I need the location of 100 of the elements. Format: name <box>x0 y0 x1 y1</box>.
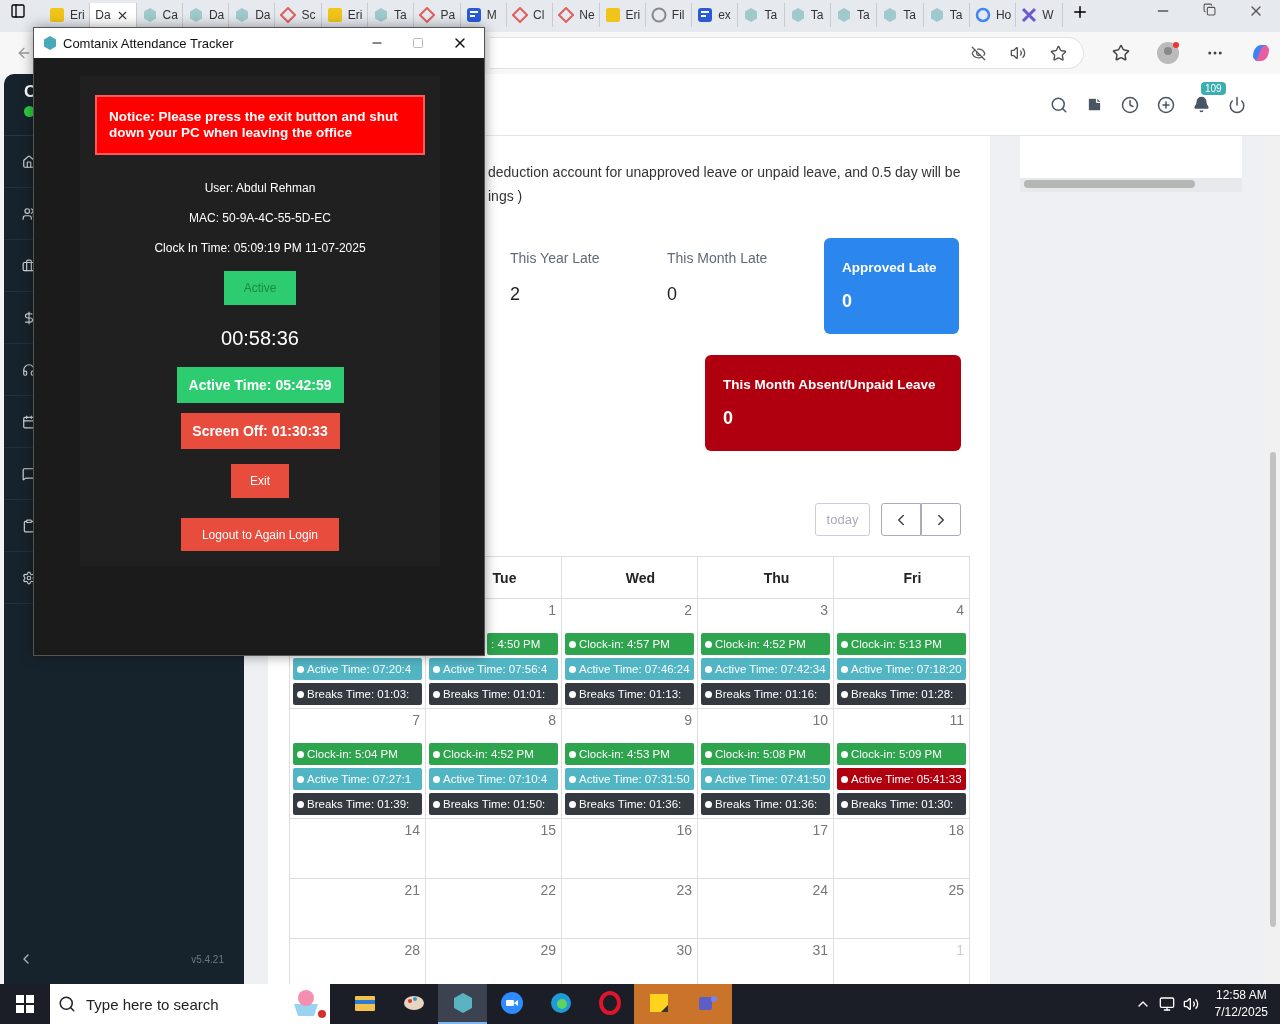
calendar-event[interactable]: Active Time: 05:41:33 <box>837 768 966 790</box>
day-number: 29 <box>540 942 557 960</box>
browser-tab[interactable]: Ho <box>969 3 1017 27</box>
browser-tab[interactable]: Da <box>90 3 137 27</box>
site-icon <box>511 7 528 23</box>
bell-icon[interactable] <box>1193 96 1210 113</box>
day-number: 30 <box>676 942 693 960</box>
browser-tab[interactable]: W <box>1016 3 1063 27</box>
stat-value: 0 <box>667 284 678 305</box>
browser-tab[interactable]: Ta <box>831 3 878 27</box>
day-header: Fri <box>834 557 970 599</box>
site-icon <box>419 7 436 23</box>
back-icon[interactable] <box>16 45 32 61</box>
favorite-icon[interactable] <box>1050 44 1067 62</box>
card-label: This Month Absent/Unpaid Leave <box>723 377 937 392</box>
video-icon[interactable] <box>499 991 524 1015</box>
headset-icon[interactable] <box>22 362 36 377</box>
note-icon[interactable] <box>1086 96 1103 113</box>
browser-tab[interactable]: Ta <box>738 3 785 27</box>
copilot-icon[interactable] <box>1250 42 1272 64</box>
browser-icon[interactable] <box>548 991 573 1015</box>
site-icon <box>465 7 482 23</box>
day-number: 8 <box>548 712 557 730</box>
calendar-event[interactable]: Breaks Time: 01:36: <box>701 793 830 815</box>
status-label: Active <box>224 271 296 305</box>
profile-icon[interactable] <box>1156 41 1180 65</box>
site-icon <box>882 7 899 23</box>
calendar-event[interactable]: Breaks Time: 01:50: <box>429 793 558 815</box>
calendar-event[interactable]: Breaks Time: 01:03: <box>293 683 422 705</box>
clock-time[interactable]: 12:58 AM <box>1215 987 1267 1004</box>
power-icon[interactable] <box>1228 95 1246 114</box>
day-number: 25 <box>948 882 965 900</box>
user-label: User: Abdul Rehman <box>204 181 316 195</box>
app-icon <box>43 36 57 50</box>
settings-icon[interactable] <box>22 570 36 585</box>
day-number: 9 <box>684 712 693 730</box>
scrollbar[interactable] <box>1020 178 1242 192</box>
action-button[interactable]: Screen Off: 01:30:33 <box>180 413 340 449</box>
network-icon[interactable] <box>1158 996 1175 1012</box>
briefcase-icon[interactable] <box>22 258 36 273</box>
stat-value: 2 <box>510 284 521 305</box>
search-field[interactable]: Type here to search <box>50 984 330 1024</box>
site-icon <box>743 7 760 23</box>
site-icon <box>558 7 575 23</box>
calendar-event[interactable]: Breaks Time: 01:13: <box>565 683 694 705</box>
day-number: 28 <box>404 942 421 960</box>
favorites-icon[interactable] <box>1112 44 1130 62</box>
day-number: 21 <box>404 882 421 900</box>
action-button[interactable]: Exit <box>231 464 289 498</box>
clock-in-label: Clock In Time: 05:09:19 PM 11-07-2025 <box>154 241 366 255</box>
calendar-event[interactable]: Breaks Time: 01:30: <box>837 793 966 815</box>
action-button[interactable]: Logout to Again Login <box>181 518 339 551</box>
card-value: 0 <box>842 291 853 312</box>
day-header: Thu <box>698 557 834 599</box>
day-number: 16 <box>676 822 693 840</box>
clock-icon[interactable] <box>1121 95 1139 114</box>
day-number: 24 <box>812 882 829 900</box>
site-icon <box>234 7 251 23</box>
site-icon <box>650 7 667 23</box>
dollar-icon[interactable] <box>22 310 36 325</box>
site-icon <box>1021 7 1038 23</box>
browser-tab[interactable]: Fil <box>645 3 693 27</box>
tab-actions-icon[interactable] <box>10 3 26 19</box>
site-icon <box>49 7 65 23</box>
clock-date[interactable]: 7/12/2025 <box>1214 1004 1268 1021</box>
browser-tab[interactable]: Ta <box>923 3 970 27</box>
browser-tab[interactable]: ex <box>692 3 739 27</box>
tracking-icon[interactable] <box>971 45 986 61</box>
day-number: 31 <box>812 942 829 960</box>
calendar-event[interactable]: Breaks Time: 01:01: <box>429 683 558 705</box>
windows-icon[interactable] <box>16 995 34 1013</box>
restore-icon[interactable] <box>1203 3 1216 16</box>
day-number: 14 <box>404 822 421 840</box>
browser-tab[interactable]: Ta <box>784 3 832 27</box>
site-icon <box>280 7 297 23</box>
browser-tab[interactable]: Cl <box>506 3 554 27</box>
browser-tab[interactable]: Ta <box>877 3 924 27</box>
users-icon[interactable] <box>22 206 36 221</box>
mac-label: MAC: 50-9A-4C-55-5D-EC <box>188 211 331 225</box>
day-number: 10 <box>812 712 829 730</box>
day-number: 15 <box>540 822 557 840</box>
site-icon <box>697 7 714 23</box>
calendar-event[interactable]: Breaks Time: 01:28: <box>837 683 966 705</box>
volume-icon[interactable] <box>1182 996 1199 1012</box>
read-aloud-icon[interactable] <box>1010 45 1026 61</box>
calendar-event[interactable]: Breaks Time: 01:16: <box>701 683 830 705</box>
home-icon[interactable] <box>22 154 36 169</box>
add-icon[interactable] <box>1157 95 1175 114</box>
calendar-event[interactable]: Breaks Time: 01:36: <box>565 793 694 815</box>
browser-tab[interactable]: Ne <box>553 3 600 27</box>
notification-badge: 109 <box>1201 82 1226 95</box>
site-icon <box>789 7 806 23</box>
timer: 00:58:36 <box>221 327 299 350</box>
search-icon[interactable] <box>1050 95 1068 114</box>
stat-label: This Year Late <box>510 250 601 266</box>
calendar-event[interactable]: Breaks Time: 01:39: <box>293 793 422 815</box>
site-icon <box>373 7 390 23</box>
window-title: Comtanix Attendance Tracker <box>63 35 234 51</box>
browser-tab[interactable]: Eri <box>599 3 646 27</box>
chat-icon[interactable] <box>22 466 36 481</box>
